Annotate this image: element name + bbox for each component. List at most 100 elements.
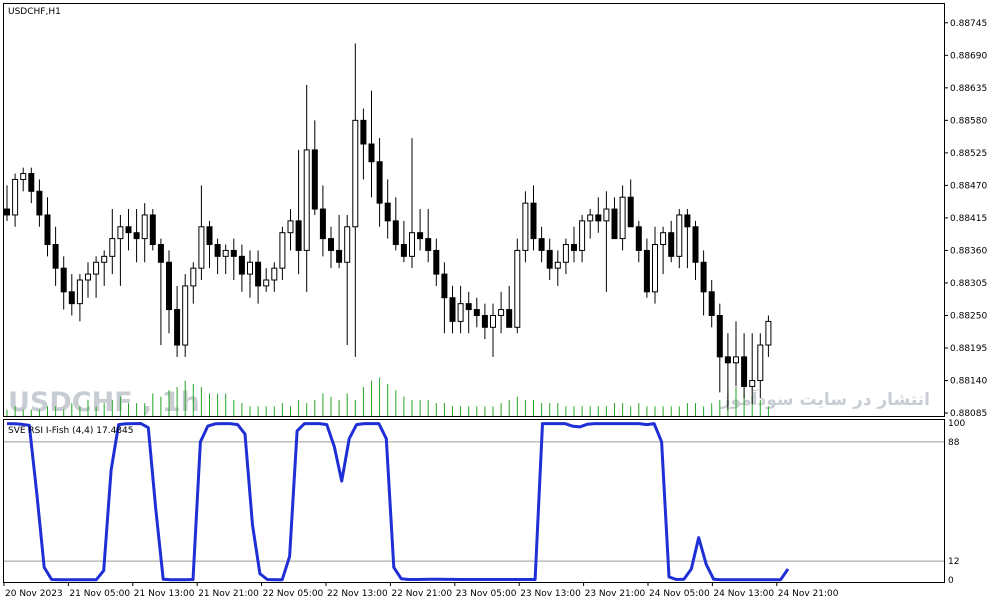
- candle-bear: [741, 356, 748, 387]
- candle-bear: [716, 314, 723, 358]
- candle-bull: [490, 314, 496, 328]
- candle-bull: [603, 208, 610, 222]
- chart-workspace[interactable]: USDCHF , 1h انتشار در سایت سودآموز 0.887…: [0, 0, 991, 605]
- candle-bear: [417, 232, 424, 240]
- candle-bull: [344, 226, 351, 263]
- candle-bear: [255, 261, 262, 287]
- candle-bull: [198, 226, 205, 269]
- indicator-pane[interactable]: [3, 419, 945, 583]
- time-tick-label: 21 Nov 05:00: [69, 589, 130, 599]
- candle-bear: [571, 244, 577, 251]
- candle-bull: [263, 279, 270, 287]
- candle-bull: [279, 232, 286, 269]
- candle-bear: [206, 226, 213, 246]
- candle-bear: [724, 356, 731, 364]
- level-tick-label: 88: [948, 438, 960, 448]
- candle-bull: [676, 214, 683, 257]
- candle-bull: [141, 214, 148, 240]
- candle-bear: [360, 119, 367, 145]
- candle-bear: [60, 267, 67, 293]
- candle-bull: [660, 232, 667, 246]
- candle-bull: [190, 267, 197, 287]
- candle-bear: [449, 297, 456, 322]
- indicator-title: SVE RSI I-Fish (4,4) 17.4845: [8, 426, 134, 436]
- price-tick-label: 0.88195: [950, 344, 987, 354]
- candle-bear: [149, 214, 156, 246]
- candle-bull: [76, 279, 83, 305]
- price-tick-label: 0.88525: [950, 149, 987, 159]
- candle-bear: [368, 143, 375, 163]
- time-tick-label: 23 Nov 05:00: [456, 589, 517, 599]
- candle-bull: [498, 309, 505, 316]
- candle-bull: [587, 214, 594, 222]
- price-axis[interactable]: 0.88745 0.88690 0.88635 0.88580 0.88525 0.884…: [944, 19, 987, 419]
- price-tick-label: 0.88745: [950, 19, 987, 29]
- candle-bull: [352, 119, 359, 228]
- candle-bear: [328, 238, 334, 251]
- candle-bear: [433, 249, 440, 275]
- candle-bear: [538, 238, 545, 251]
- candle-bear: [708, 291, 715, 316]
- candle-bull: [222, 249, 229, 257]
- time-tick-label: 22 Nov 13:00: [327, 589, 388, 599]
- candle-bear: [295, 220, 302, 251]
- candle-bear: [157, 244, 164, 263]
- time-tick-label: 23 Nov 13:00: [520, 589, 581, 599]
- candle-bull: [619, 196, 626, 240]
- candle-bear: [214, 244, 221, 257]
- time-axis[interactable]: 20 Nov 2023 21 Nov 05:00 21 Nov 13:00 21 No…: [3, 582, 839, 599]
- candle-bull: [101, 255, 108, 263]
- candle-bear: [692, 226, 699, 263]
- candle-bear: [133, 232, 140, 240]
- candle-bear: [627, 196, 634, 228]
- candle-bear: [530, 202, 537, 240]
- candle-bear: [319, 208, 326, 240]
- time-tick-label: 24 Nov 05:00: [649, 589, 710, 599]
- candle-bear: [465, 303, 472, 311]
- candle-bear: [635, 226, 642, 251]
- candle-bull: [93, 261, 100, 275]
- candle-bull: [757, 344, 764, 382]
- candle-bear: [441, 273, 448, 299]
- candle-bear: [595, 214, 602, 222]
- candle-bull: [20, 173, 27, 180]
- candle-bear: [125, 226, 132, 234]
- candle-bull: [562, 244, 569, 263]
- candle-bear: [392, 220, 399, 246]
- price-tick-label: 0.88085: [950, 409, 987, 419]
- time-tick-label: 24 Nov 21:00: [778, 589, 839, 599]
- candle-bull: [652, 244, 658, 293]
- price-tick-label: 0.88690: [950, 51, 987, 61]
- candle-bull: [303, 149, 310, 251]
- candle-bear: [481, 314, 488, 328]
- price-tick-label: 0.88140: [950, 377, 987, 387]
- candle-bear: [44, 214, 51, 246]
- candle-bull: [579, 220, 586, 251]
- symbol-title: USDCHF,H1: [8, 7, 61, 17]
- candle-bull: [287, 220, 294, 234]
- time-tick-label: 22 Nov 05:00: [263, 589, 324, 599]
- price-tick-label: 0.88415: [950, 214, 987, 224]
- candle-bear: [311, 149, 318, 210]
- price-tick-label: 0.88250: [950, 311, 987, 321]
- time-tick-label: 23 Nov 21:00: [585, 589, 646, 599]
- candle-bear: [68, 291, 75, 305]
- time-tick-label: 21 Nov 21:00: [198, 589, 259, 599]
- candle-bull: [109, 238, 116, 257]
- price-tick-label: 0.88580: [950, 116, 987, 126]
- candle-bull: [514, 249, 521, 328]
- candle-bear: [611, 208, 618, 240]
- candle-bull: [749, 380, 756, 387]
- time-tick-label: 20 Nov 2023: [5, 589, 63, 599]
- time-tick-label: 22 Nov 21:00: [391, 589, 452, 599]
- level-tick-label: 12: [948, 557, 959, 567]
- level-tick-label: 0: [948, 576, 954, 586]
- candle-bear: [174, 309, 181, 346]
- candle-bull: [85, 273, 91, 281]
- candle-bear: [684, 214, 691, 228]
- candle-bear: [4, 208, 10, 216]
- candle-bear: [336, 249, 343, 263]
- candle-bear: [700, 261, 707, 293]
- candle-bull: [117, 226, 124, 240]
- indicator-level-axis[interactable]: 100 88 12 0: [948, 419, 965, 586]
